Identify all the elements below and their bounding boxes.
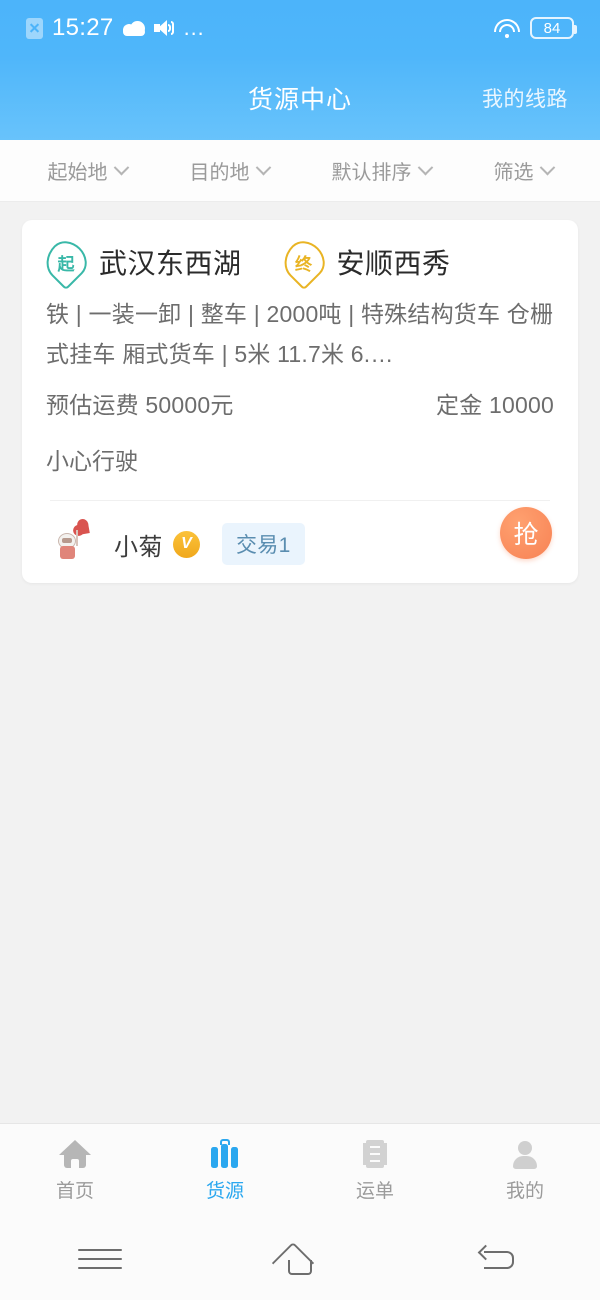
app-root: 15:27 … 84 货源中心 我的线路 起始地 目的地 默认排序 筛选 起 武… [0,0,600,1300]
route-start: 起 武汉东西湖 [37,233,242,291]
home-outline-icon[interactable] [270,1239,330,1284]
status-bar-right: 84 [494,17,577,39]
tab-cargo-label: 货源 [205,1180,244,1202]
price-row: 预估运费 50000元 定金 10000 [46,386,554,420]
wifi-icon [494,18,520,38]
cargo-list: 起 武汉东西湖 终 安顺西秀 铁 | 一装一卸 | 整车 | 2000吨 | 特… [0,202,600,583]
cloud-icon [122,20,145,36]
deposit-amount: 定金 10000 [436,392,554,418]
route-end: 终 安顺西秀 [275,233,451,291]
home-icon [59,1139,91,1169]
tab-waybill-label: 运单 [355,1180,394,1202]
waybill-icon [359,1139,391,1169]
filter-more-label: 筛选 [493,162,534,184]
tab-waybill[interactable]: 运单 [300,1139,450,1203]
bottom-tab-bar: 首页 货源 运单 我的 [0,1123,600,1217]
trade-count-tag: 交易1 [222,523,305,565]
chevron-down-icon [113,159,129,176]
end-pin-icon: 终 [275,233,332,291]
volume-icon [153,20,174,36]
freight-estimate: 预估运费 50000元 [46,392,234,418]
tab-profile-label: 我的 [505,1180,544,1202]
status-bar-left: 15:27 … [26,14,494,42]
avatar[interactable] [54,523,90,564]
filter-origin[interactable]: 起始地 [47,156,129,185]
end-place: 安顺西秀 [336,248,451,279]
my-routes-button[interactable]: 我的线路 [482,83,568,113]
menu-icon[interactable] [70,1239,130,1279]
shipper-name: 小菊 [114,533,163,561]
cargo-icon [209,1138,241,1169]
filter-sort-label: 默认排序 [331,162,412,184]
tab-home[interactable]: 首页 [0,1139,150,1203]
filter-destination[interactable]: 目的地 [189,156,271,185]
more-status-icon: … [182,15,206,40]
back-icon[interactable] [470,1239,530,1279]
filter-more[interactable]: 筛选 [493,156,555,185]
battery-indicator: 84 [530,17,577,39]
cargo-remark: 小心行驶 [46,448,138,474]
route-row: 起 武汉东西湖 终 安顺西秀 [37,233,554,291]
start-pin-label: 起 [57,254,75,274]
tab-profile[interactable]: 我的 [450,1139,600,1203]
cargo-card[interactable]: 起 武汉东西湖 终 安顺西秀 铁 | 一装一卸 | 整车 | 2000吨 | 特… [22,220,578,583]
shipper-row: 小菊 V 交易1 抢 [46,501,554,565]
filter-destination-label: 目的地 [189,162,250,184]
filter-sort[interactable]: 默认排序 [331,156,433,185]
android-nav-bar [0,1217,600,1300]
cargo-description: 铁 | 一装一卸 | 整车 | 2000吨 | 特殊结构货车 仓栅式挂车 厢式货… [46,301,554,367]
battery-level: 84 [543,19,561,37]
person-icon [509,1139,541,1169]
filter-bar: 起始地 目的地 默认排序 筛选 [0,140,600,202]
app-header: 货源中心 我的线路 [0,56,600,140]
start-pin-icon: 起 [37,233,95,291]
sim-card-icon [26,17,43,39]
chevron-down-icon [255,159,271,176]
verified-badge-icon: V [173,530,200,558]
status-bar: 15:27 … 84 [0,0,600,56]
grab-order-button[interactable]: 抢 [500,507,552,559]
status-time: 15:27 [52,14,114,41]
tab-cargo[interactable]: 货源 [150,1138,300,1203]
start-place: 武汉东西湖 [99,248,242,279]
chevron-down-icon [539,159,555,176]
tab-home-label: 首页 [55,1180,94,1202]
chevron-down-icon [417,159,433,176]
end-pin-label: 终 [295,254,313,274]
filter-origin-label: 起始地 [47,162,108,184]
